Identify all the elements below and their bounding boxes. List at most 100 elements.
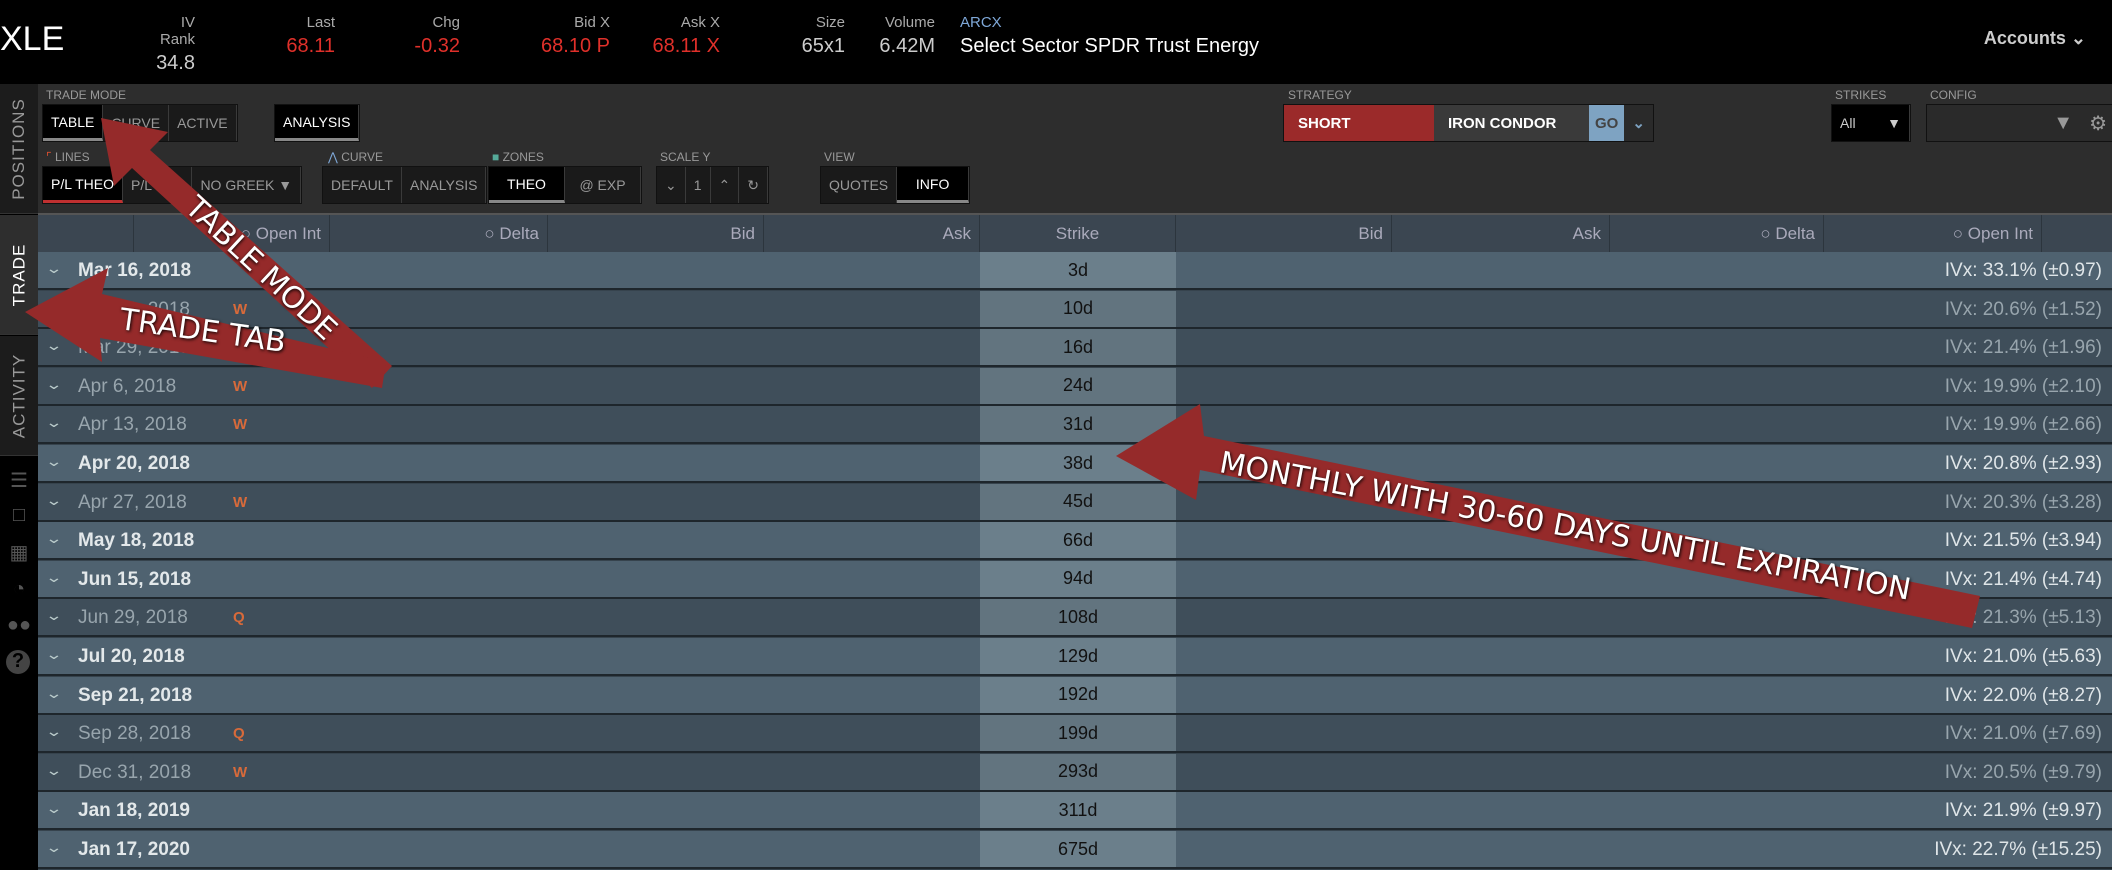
strikes-select[interactable]: All ▼ [1832, 105, 1910, 141]
expiration-row[interactable]: ⌄ Jul 20, 2018 129d IVx: 21.0% (±5.63) [38, 638, 2112, 676]
expiration-row[interactable]: ⌄ Jun 29, 2018 Q 108d IVx: 21.3% (±5.13) [38, 599, 2112, 638]
expiration-row[interactable]: ⌄ Sep 21, 2018 192d IVx: 22.0% (±8.27) [38, 676, 2112, 715]
option-chain-table: ○ Open Int ○ Delta Bid Ask Strike Bid As… [38, 213, 2112, 870]
chevron-down-icon[interactable]: ⌄ [45, 453, 63, 470]
reset-icon[interactable]: ↻ [739, 167, 768, 203]
quote-header: XLE IV Rank 34.8 Last 68.11 Chg -0.32 Bid X 68.… [0, 0, 2112, 84]
header-ask-left[interactable]: Ask [764, 215, 980, 252]
quote-value: 6.42M [879, 35, 935, 57]
ivx-value: IVx: 19.9% (±2.10) [1944, 375, 2102, 397]
expiration-row[interactable]: ⌄ Apr 6, 2018 W 24d IVx: 19.9% (±2.10) [38, 367, 2112, 406]
go-button[interactable]: GO [1589, 105, 1625, 141]
expiration-row[interactable]: ⌄ Jan 17, 2020 675d IVx: 22.7% (±15.25) [38, 831, 2112, 869]
chevron-down-icon[interactable]: ⌄ [45, 839, 63, 856]
curve-default[interactable]: DEFAULT [323, 167, 402, 203]
ivx-value: IVx: 19.9% (±2.66) [1944, 414, 2102, 436]
quote-iv-rank: IV Rank 34.8 [150, 14, 195, 75]
ivx-value: IVx: 21.5% (±3.94) [1944, 530, 2102, 552]
chevron-down-icon[interactable]: ⌄ [45, 762, 63, 779]
expiration-row[interactable]: ⌄ Mar 29, 2018 W 16d IVx: 21.4% (±1.96) [38, 329, 2112, 368]
trade-mode-active[interactable]: ACTIVE [169, 105, 237, 141]
quote-value: 68.11 [286, 35, 335, 57]
chevron-down-icon[interactable]: ⌄ [45, 800, 63, 817]
expiration-row[interactable]: ⌄ Mar 23, 2018 W 10d IVx: 20.6% (±1.52) [38, 290, 2112, 329]
zones-exp[interactable]: @ EXP [565, 167, 641, 203]
days-to-expiration: 293d [980, 753, 1176, 790]
scale-y-label: SCALE Y [660, 150, 711, 164]
quote-last: Last 68.11 [250, 14, 335, 58]
table-header: ○ Open Int ○ Delta Bid Ask Strike Bid As… [38, 213, 2112, 252]
chevron-down-icon[interactable]: ⌄ [45, 414, 63, 431]
tab-positions[interactable]: POSITIONS [0, 84, 38, 214]
chevron-down-icon[interactable]: ⌄ [45, 337, 63, 354]
lines-pl-theo[interactable]: P/L THEO [43, 167, 124, 203]
help-icon[interactable]: ? [6, 650, 30, 674]
days-to-expiration: 199d [980, 715, 1176, 752]
chevron-down-icon[interactable]: ⌄ [45, 260, 63, 277]
filter-icon[interactable]: ▼ [2045, 105, 2081, 141]
quote-value: 65x1 [801, 35, 845, 57]
community-icon[interactable]: ●● [6, 614, 32, 638]
curve-analysis[interactable]: ANALYSIS [402, 167, 487, 203]
chevron-down-icon[interactable]: ⌄ [1624, 105, 1653, 141]
expiration-type-tag: W [233, 763, 248, 781]
days-to-expiration: 3d [980, 252, 1176, 288]
quote-value: -0.32 [414, 35, 460, 57]
ivx-value: IVx: 21.9% (±9.97) [1944, 800, 2102, 822]
expiration-type-tag: W [233, 377, 248, 395]
chevron-down-icon[interactable]: ⌄ [45, 646, 63, 663]
trade-mode-label: TRADE MODE [46, 88, 127, 102]
strategy-side[interactable]: SHORT [1284, 105, 1434, 141]
expiration-row[interactable]: ⌄ Apr 27, 2018 W 45d IVx: 20.3% (±3.28) [38, 483, 2112, 522]
expiration-row[interactable]: ⌄ Dec 31, 2018 W 293d IVx: 20.5% (±9.79) [38, 753, 2112, 792]
chevron-down-icon[interactable]: ⌄ [45, 492, 63, 509]
expiration-row[interactable]: ⌄ Apr 20, 2018 38d IVx: 20.8% (±2.93) [38, 445, 2112, 483]
chart-icon[interactable]: ▦ [6, 540, 32, 564]
chevron-down-icon[interactable]: ⌄ [45, 685, 63, 702]
expiration-row[interactable]: ⌄ Apr 13, 2018 W 31d IVx: 19.9% (±2.66) [38, 406, 2112, 445]
chevron-down-icon: ⌄ [2070, 28, 2086, 48]
expiration-date: Jan 17, 2020 [78, 839, 190, 860]
tab-trade[interactable]: TRADE [0, 215, 38, 335]
header-delta-left[interactable]: ○ Delta [330, 215, 548, 252]
dashboard-icon[interactable]: ◔ [6, 578, 32, 602]
chevron-down-icon[interactable]: ⌄ [45, 299, 63, 316]
view-info[interactable]: INFO [897, 167, 970, 203]
lines-pl-exp[interactable]: P/L EXP [123, 167, 193, 203]
quote-value: 34.8 [156, 52, 195, 74]
header-bid-right[interactable]: Bid [1176, 215, 1392, 252]
symbol[interactable]: XLE [0, 20, 64, 59]
chevron-down-icon[interactable]: ⌄ [45, 569, 63, 586]
scale-up-button[interactable]: ⌃ [711, 167, 740, 203]
expiration-row[interactable]: ⌄ Sep 28, 2018 Q 199d IVx: 21.0% (±7.69) [38, 715, 2112, 754]
trade-mode-table[interactable]: TABLE [43, 105, 104, 141]
chevron-down-icon[interactable]: ⌄ [45, 530, 63, 547]
days-to-expiration: 31d [980, 406, 1176, 443]
tv-icon[interactable]: □ [6, 504, 32, 528]
expiration-row[interactable]: ⌄ Mar 16, 2018 3d IVx: 33.1% (±0.97) [38, 252, 2112, 290]
trade-mode-curve[interactable]: CURVE [103, 105, 170, 141]
days-to-expiration: 45d [980, 483, 1176, 520]
quote-label: IV Rank [159, 14, 195, 48]
list-icon[interactable]: ☰ [6, 468, 32, 492]
gear-icon[interactable]: ⚙ [2081, 105, 2112, 141]
header-bid-left[interactable]: Bid [548, 215, 764, 252]
accounts-label: Accounts [1983, 28, 2066, 48]
tab-activity[interactable]: ACTIVITY [0, 336, 38, 456]
header-ask-right[interactable]: Ask [1392, 215, 1610, 252]
chevron-down-icon[interactable]: ⌄ [45, 607, 63, 624]
header-open-int-right[interactable]: ○ Open Int [1824, 215, 2042, 252]
expiration-row[interactable]: ⌄ Jan 18, 2019 311d IVx: 21.9% (±9.97) [38, 792, 2112, 831]
view-quotes[interactable]: QUOTES [821, 167, 898, 203]
quote-label: Volume [884, 14, 935, 31]
zones-theo[interactable]: THEO [489, 167, 565, 203]
header-strike[interactable]: Strike [980, 215, 1176, 252]
chevron-down-icon[interactable]: ⌄ [45, 376, 63, 393]
scale-down-button[interactable]: ⌄ [657, 167, 686, 203]
analysis-button[interactable]: ANALYSIS [275, 105, 360, 141]
chevron-down-icon[interactable]: ⌄ [45, 723, 63, 740]
accounts-menu[interactable]: Accounts ⌄ [1984, 28, 2086, 49]
config-label: CONFIG [1930, 88, 1977, 102]
header-delta-right[interactable]: ○ Delta [1610, 215, 1824, 252]
strategy-type[interactable]: IRON CONDOR [1434, 105, 1589, 141]
